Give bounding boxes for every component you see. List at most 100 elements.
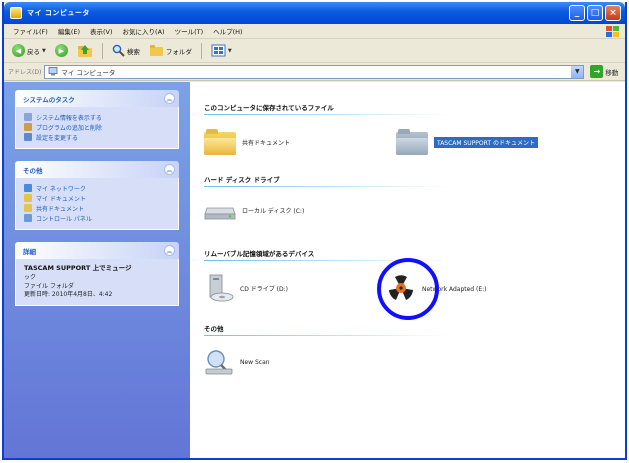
views-button[interactable]: ▼ (209, 42, 234, 60)
folder-icon (396, 129, 428, 155)
collapse-icon[interactable]: ︽ (164, 164, 175, 175)
my-computer-icon (48, 67, 58, 76)
folder-icon (24, 194, 32, 202)
menu-file[interactable]: ファイル(F) (8, 26, 53, 36)
back-label: 戻る (27, 47, 40, 56)
collapse-icon[interactable]: ︽ (164, 245, 175, 256)
up-folder-icon (77, 44, 92, 57)
task-view-system-info[interactable]: システム情報を表示する (24, 112, 172, 122)
forward-button[interactable]: ▶ (53, 42, 70, 60)
details-body: TASCAM SUPPORT 上でミュージ ック ファイル フォルダ 更新日時:… (15, 259, 179, 306)
details-modified: 更新日時: 2010年4月8日、4:42 (24, 290, 113, 298)
menu-edit[interactable]: 編集(E) (53, 26, 85, 36)
content-pane: このコンピュータに保存されているファイル 共有ドキュメント TASCAM SUP… (190, 82, 625, 458)
back-button[interactable]: ◀ 戻る ▼ (10, 42, 48, 60)
place-shared-documents[interactable]: 共有ドキュメント (24, 203, 172, 213)
forward-arrow-icon: ▶ (54, 44, 68, 57)
group-hard-disk: ハード ディスク ドライブ (204, 174, 449, 187)
chevron-down-icon: ▼ (227, 47, 232, 54)
system-tasks-body: システム情報を表示する プログラムの追加と削除 設定を変更する (15, 107, 179, 149)
shared-documents-item[interactable]: 共有ドキュメント (204, 129, 290, 155)
system-tasks-header[interactable]: システムのタスク ︽ (15, 90, 179, 107)
views-icon (211, 44, 226, 57)
details-line: ック (24, 274, 37, 282)
task-change-settings[interactable]: 設定を変更する (24, 132, 172, 142)
other-places-header[interactable]: その他 ︽ (15, 161, 179, 178)
search-label: 検索 (126, 47, 140, 56)
collapse-icon[interactable]: ︽ (164, 93, 175, 104)
task-pane: システムのタスク ︽ システム情報を表示する プログラムの追加と削除 設定を変更… (4, 82, 190, 458)
group-other: その他 (204, 323, 449, 336)
go-arrow-icon: → (590, 65, 604, 78)
back-arrow-icon: ◀ (12, 44, 25, 57)
system-info-icon (24, 113, 32, 121)
chevron-down-icon: ▼ (42, 47, 46, 54)
network-icon (24, 184, 32, 192)
other-places-panel: その他 ︽ マイ ネットワーク マイ ドキュメント 共有ドキュメント コントロー… (15, 161, 179, 230)
place-my-network[interactable]: マイ ネットワーク (24, 183, 172, 193)
folders-label: フォルダ (165, 47, 192, 56)
window-title: マイ コンピュータ (27, 9, 90, 17)
go-label: 移動 (605, 68, 619, 77)
address-value: マイ コンピュータ (61, 68, 116, 77)
task-label: マイ ドキュメント (36, 195, 86, 203)
item-label: TASCAM SUPPORT のドキュメント (434, 136, 538, 148)
maximize-button[interactable]: □ (587, 5, 603, 21)
search-button[interactable]: 検索 (110, 42, 142, 60)
up-folder-button[interactable] (75, 42, 95, 60)
go-button[interactable]: → 移動 (590, 65, 618, 78)
my-computer-icon (10, 7, 22, 19)
other-places-body: マイ ネットワーク マイ ドキュメント 共有ドキュメント コントロール パネル (15, 178, 179, 230)
highlight-circle (377, 258, 439, 320)
folders-icon (149, 45, 163, 56)
cd-drive-icon (209, 274, 234, 302)
menu-bar: ファイル(F) 編集(E) 表示(V) お気に入り(A) ツール(T) ヘルプ(… (4, 24, 625, 39)
system-tasks-title: システムのタスク (23, 95, 75, 104)
cd-drive-item[interactable]: CD ドライブ (D:) (204, 273, 288, 303)
address-input[interactable]: マイ コンピュータ ▼ (44, 64, 585, 79)
details-title: 詳細 (23, 247, 36, 256)
menu-favorites[interactable]: お気に入り(A) (118, 26, 170, 36)
details-header[interactable]: 詳細 ︽ (15, 242, 179, 259)
title-bar[interactable]: マイ コンピュータ _ □ × (4, 2, 625, 24)
menu-view[interactable]: 表示(V) (85, 26, 118, 36)
toolbar-separator (200, 42, 202, 59)
other-places-title: その他 (23, 166, 43, 175)
minimize-button[interactable]: _ (569, 5, 585, 21)
folder-icon (24, 204, 32, 212)
task-label: システム情報を表示する (36, 114, 102, 122)
item-label: 共有ドキュメント (242, 139, 291, 147)
task-label: 設定を変更する (36, 134, 79, 142)
address-bar: アドレス(D) マイ コンピュータ ▼ → 移動 (4, 63, 625, 81)
close-button[interactable]: × (605, 5, 621, 21)
folder-icon (204, 129, 236, 155)
address-dropdown-button[interactable]: ▼ (571, 65, 584, 78)
control-panel-icon (24, 133, 32, 141)
place-control-panel[interactable]: コントロール パネル (24, 213, 172, 223)
task-label: マイ ネットワーク (36, 185, 86, 193)
folders-button[interactable]: フォルダ (147, 42, 194, 60)
place-my-documents[interactable]: マイ ドキュメント (24, 193, 172, 203)
search-icon (112, 44, 125, 57)
menu-help[interactable]: ヘルプ(H) (208, 26, 247, 36)
toolbar: ◀ 戻る ▼ ▶ 検索 フォルダ ▼ (4, 39, 625, 63)
item-label: CD ドライブ (D:) (240, 285, 288, 293)
system-tasks-panel: システムのタスク ︽ システム情報を表示する プログラムの追加と削除 設定を変更… (15, 90, 179, 149)
task-label: プログラムの追加と削除 (36, 124, 102, 132)
task-add-remove-programs[interactable]: プログラムの追加と削除 (24, 122, 172, 132)
explorer-window: マイ コンピュータ _ □ × ファイル(F) 編集(E) 表示(V) お気に入… (2, 2, 627, 460)
programs-icon (24, 123, 32, 131)
hard-drive-icon (204, 207, 236, 220)
user-documents-item[interactable]: TASCAM SUPPORT のドキュメント (396, 129, 538, 155)
local-disk-item[interactable]: ローカル ディスク (C:) (204, 200, 304, 220)
group-stored-files: このコンピュータに保存されているファイル (204, 102, 449, 115)
item-label: New Scan (240, 358, 270, 366)
scanner-icon (205, 350, 233, 375)
new-scan-item[interactable]: New Scan (204, 348, 270, 376)
caption-buttons: _ □ × (569, 5, 621, 21)
item-label: ローカル ディスク (C:) (242, 207, 305, 215)
control-panel-icon (24, 214, 32, 222)
details-panel: 詳細 ︽ TASCAM SUPPORT 上でミュージ ック ファイル フォルダ … (15, 242, 179, 306)
windows-logo-icon (603, 25, 621, 38)
menu-tools[interactable]: ツール(T) (170, 26, 209, 36)
